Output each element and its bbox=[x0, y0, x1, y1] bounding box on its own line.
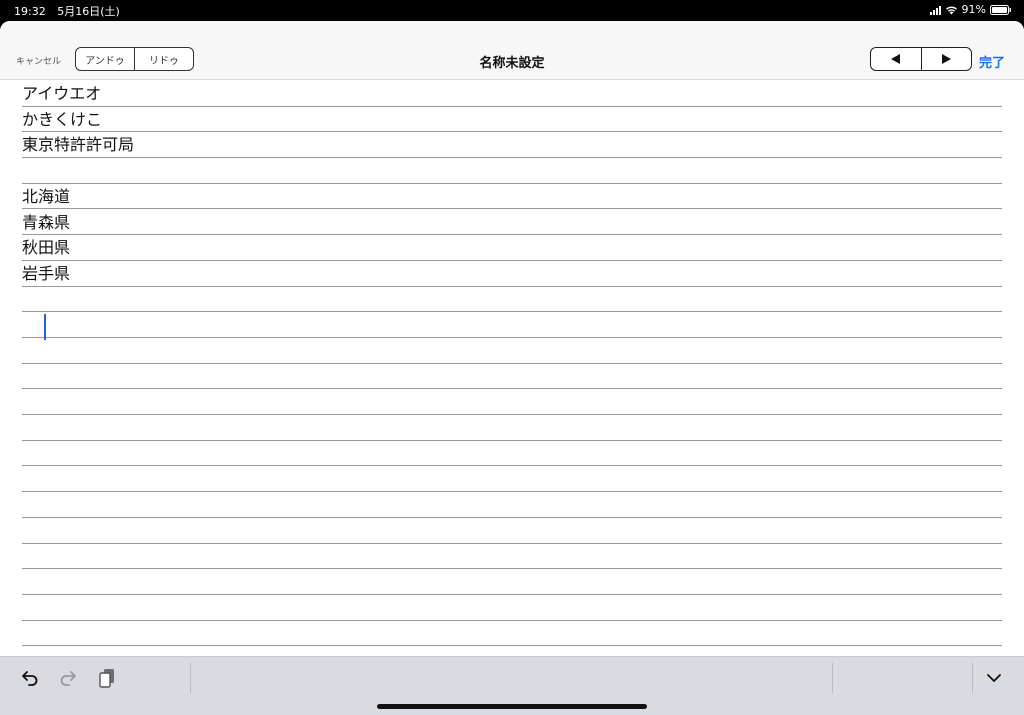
triangle-right-icon bbox=[942, 54, 952, 64]
note-line: かきくけこ bbox=[22, 107, 1002, 133]
toolbar-redo-button[interactable] bbox=[55, 665, 81, 691]
battery-icon bbox=[990, 4, 1012, 15]
triangle-left-icon bbox=[890, 54, 900, 64]
note-line bbox=[22, 544, 1002, 570]
note-line: アイウエオ bbox=[22, 81, 1002, 107]
note-line: 北海道 bbox=[22, 184, 1002, 210]
status-bar: 19:32 5月16日(土) 91% bbox=[0, 0, 1024, 20]
undo-arrow-icon bbox=[22, 671, 38, 686]
status-left: 19:32 5月16日(土) bbox=[14, 3, 128, 19]
note-line bbox=[22, 364, 1002, 390]
status-time: 19:32 bbox=[14, 5, 46, 18]
wifi-icon bbox=[945, 5, 958, 15]
note-line bbox=[22, 158, 1002, 184]
note-line bbox=[22, 389, 1002, 416]
done-button[interactable]: 完了 bbox=[979, 52, 1005, 71]
previous-button[interactable] bbox=[871, 48, 921, 70]
toolbar-divider bbox=[190, 663, 191, 693]
keyboard-accessory-toolbar bbox=[0, 656, 1024, 699]
note-line bbox=[22, 492, 1002, 518]
dismiss-keyboard-button[interactable] bbox=[981, 665, 1007, 691]
status-date: 5月16日(土) bbox=[57, 5, 120, 18]
note-line bbox=[22, 467, 1002, 493]
ipad-screen: 19:32 5月16日(土) 91% キャンセル アンドゥ リドゥ 名称未設定 … bbox=[0, 0, 1024, 715]
chevron-down-icon bbox=[987, 674, 1001, 682]
next-button[interactable] bbox=[920, 48, 972, 70]
redo-arrow-icon bbox=[60, 671, 76, 686]
text-cursor bbox=[44, 314, 46, 341]
note-line bbox=[22, 595, 1002, 621]
note-line bbox=[22, 287, 1002, 313]
note-line bbox=[22, 338, 1002, 364]
note-line bbox=[22, 415, 1002, 441]
toolbar-divider bbox=[972, 663, 973, 693]
note-line bbox=[22, 569, 1002, 595]
status-right: 91% bbox=[929, 3, 1012, 16]
home-indicator[interactable] bbox=[377, 704, 647, 709]
note-line bbox=[22, 441, 1002, 467]
note-text-area[interactable]: アイウエオ かきくけこ 東京特許許可局 北海道 青森県 秋田県 岩手県 bbox=[22, 81, 1002, 673]
home-indicator-area bbox=[0, 698, 1024, 715]
toolbar-paste-button[interactable] bbox=[94, 665, 120, 691]
note-line: 青森県 bbox=[22, 210, 1002, 236]
note-line: 岩手県 bbox=[22, 261, 1002, 287]
clipboard-icon bbox=[99, 669, 114, 688]
navigation-bar: キャンセル アンドゥ リドゥ 名称未設定 完了 bbox=[0, 21, 1024, 80]
cellular-signal-icon bbox=[929, 5, 941, 15]
note-line bbox=[22, 621, 1002, 647]
note-line: 秋田県 bbox=[22, 235, 1002, 261]
note-line: 東京特許許可局 bbox=[22, 132, 1002, 159]
toolbar-undo-button[interactable] bbox=[17, 665, 43, 691]
page-navigation-control bbox=[870, 47, 972, 71]
note-line bbox=[22, 312, 1002, 338]
battery-percent: 91% bbox=[961, 3, 986, 16]
editor-window: キャンセル アンドゥ リドゥ 名称未設定 完了 アイウエオ かきくけこ 東京特許… bbox=[0, 21, 1024, 715]
note-line bbox=[22, 518, 1002, 544]
toolbar-divider bbox=[832, 663, 833, 693]
